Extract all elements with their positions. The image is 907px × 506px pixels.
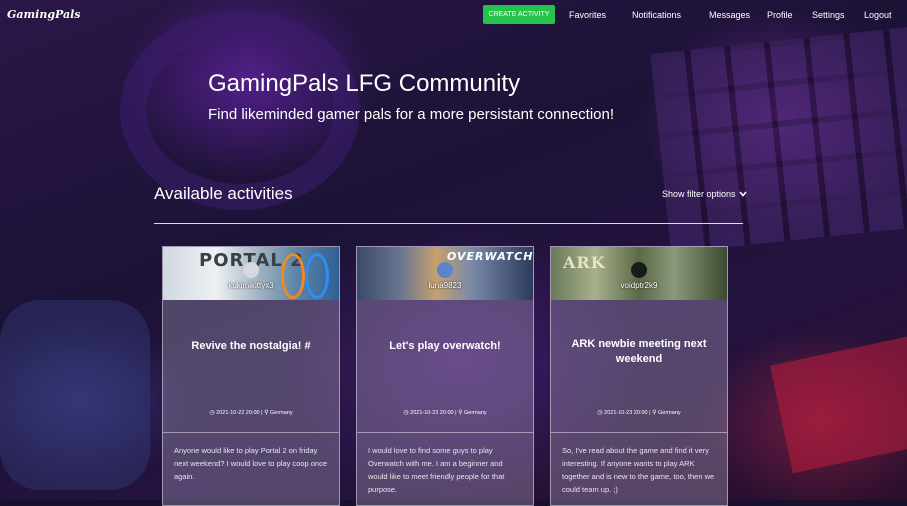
activities-heading: Available activities (154, 184, 293, 203)
game-logo-text: OVERWATCH (447, 250, 533, 263)
card-meta: ◷ 2021-10-23 20:00 | ⚲ Germany (403, 410, 487, 416)
activity-card[interactable]: PORTAL 2 kukimikittyx3 Revive the nostal… (162, 246, 340, 506)
create-activity-button[interactable]: CREATE ACTIVITY (483, 5, 555, 24)
chevron-down-icon (738, 191, 747, 197)
brand-logo[interactable]: GamingPals (7, 8, 81, 21)
card-description: Anyone would like to play Portal 2 on fr… (174, 446, 328, 481)
card-username[interactable]: kukimikittyx3 (163, 281, 339, 290)
navbar: GamingPals CREATE ACTIVITY Favorites Not… (0, 0, 907, 30)
activity-card[interactable]: OVERWATCH luna9823 Let's play overwatch!… (356, 246, 534, 506)
card-location: Germany (464, 410, 487, 416)
clock-icon: ◷ (209, 410, 215, 416)
card-description: So, I've read about the game and find it… (562, 446, 715, 494)
location-pin-icon: ⚲ (652, 410, 657, 416)
card-meta: ◷ 2021-10-23 20:00 | ⚲ Germany (597, 410, 681, 416)
filter-toggle[interactable]: Show filter options (662, 189, 747, 199)
controller-graphic (0, 300, 150, 490)
portal-orange-graphic (281, 253, 305, 299)
card-datetime: 2021-10-23 20:00 (604, 410, 648, 416)
hero-subtitle: Find likeminded gamer pals for a more pe… (208, 106, 615, 123)
nav-messages[interactable]: Messages (709, 10, 750, 20)
nav-profile[interactable]: Profile (767, 10, 793, 20)
card-username[interactable]: voidptr2k9 (551, 281, 727, 290)
activity-card[interactable]: ARK voidptr2k9 ARK newbie meeting next w… (550, 246, 728, 506)
card-description: I would love to find some guys to play O… (368, 446, 505, 494)
card-title: Let's play overwatch! (389, 340, 501, 352)
clock-icon: ◷ (403, 410, 409, 416)
nav-logout[interactable]: Logout (864, 10, 892, 20)
card-datetime: 2021-10-22 20:00 (216, 410, 260, 416)
nav-notifications[interactable]: Notifications (632, 10, 681, 20)
avatar[interactable] (437, 262, 453, 278)
card-divider (357, 432, 533, 433)
keyboard-graphic (650, 26, 907, 254)
nav-favorites[interactable]: Favorites (569, 10, 606, 20)
card-datetime: 2021-10-23 20:00 (410, 410, 454, 416)
red-box-graphic (770, 336, 907, 474)
avatar[interactable] (243, 262, 259, 278)
card-username[interactable]: luna9823 (357, 281, 533, 290)
card-divider (163, 432, 339, 433)
avatar[interactable] (631, 262, 647, 278)
hero-title: GamingPals LFG Community (208, 70, 521, 97)
section-divider (154, 223, 743, 224)
card-meta: ◷ 2021-10-22 20:00 | ⚲ Germany (209, 410, 293, 416)
card-location: Germany (270, 410, 293, 416)
card-divider (551, 432, 727, 433)
location-pin-icon: ⚲ (458, 410, 463, 416)
clock-icon: ◷ (597, 410, 603, 416)
card-location: Germany (658, 410, 681, 416)
portal-blue-graphic (305, 253, 329, 299)
card-title: Revive the nostalgia! # (191, 340, 311, 352)
card-title: ARK newbie meeting next weekend (571, 338, 707, 365)
filter-toggle-label: Show filter options (662, 189, 736, 199)
location-pin-icon: ⚲ (264, 410, 269, 416)
game-logo-text: ARK (563, 253, 606, 272)
nav-settings[interactable]: Settings (812, 10, 845, 20)
